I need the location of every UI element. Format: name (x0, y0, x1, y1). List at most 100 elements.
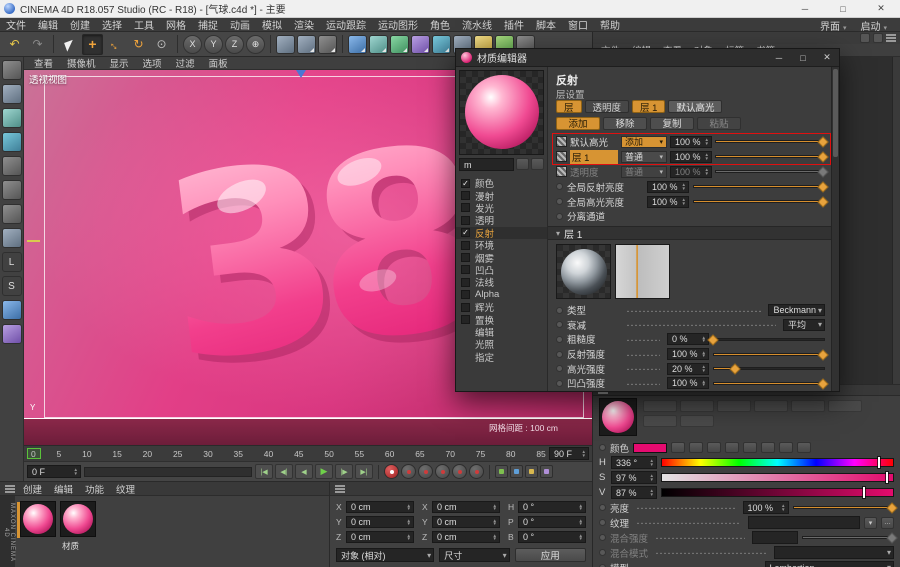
transport-button[interactable]: ◀ (295, 464, 313, 479)
material-thumbnail-selected[interactable] (17, 501, 56, 538)
timeline-scrollbar[interactable] (84, 466, 252, 477)
attribute-tab[interactable] (754, 400, 788, 412)
channel-label[interactable]: 法线 (475, 275, 494, 289)
texture-path-field[interactable] (747, 516, 861, 529)
subdivision-surface-dropdown[interactable] (390, 34, 409, 54)
current-frame-field[interactable]: 0 F (27, 465, 81, 478)
coordinate-system-toggle[interactable]: ⊕ (246, 34, 265, 54)
color-hsv-button[interactable] (725, 442, 740, 453)
deformer-dropdown[interactable] (411, 34, 430, 54)
menu-item[interactable]: 渲染 (288, 17, 320, 32)
strength-field[interactable]: 100 % (667, 348, 709, 361)
record-toggle[interactable] (469, 464, 484, 479)
channel-checkbox[interactable] (461, 203, 470, 213)
menu-item[interactable]: 运动图形 (372, 17, 424, 32)
object-manager-scrollbar[interactable] (892, 57, 900, 384)
viewport-menu-item[interactable]: 摄像机 (61, 56, 102, 70)
maximize-button[interactable]: □ (824, 0, 862, 18)
texture-browse-button[interactable]: … (881, 516, 895, 529)
record-toggle[interactable] (384, 464, 399, 479)
live-selection-tool[interactable]: ◤ (56, 31, 83, 58)
last-tool[interactable]: ⊙ (151, 34, 172, 55)
filter-icon[interactable] (860, 33, 870, 43)
move-tool[interactable]: + (82, 33, 103, 55)
material-name-field[interactable]: m (459, 158, 514, 171)
strength-slider[interactable] (713, 367, 825, 371)
attribute-tab[interactable] (791, 400, 825, 412)
global-row-slider[interactable] (693, 200, 825, 203)
menu-item[interactable]: 帮助 (594, 17, 626, 32)
coordinate-value-field[interactable]: 0 cm (432, 501, 500, 513)
panel-menu-icon[interactable] (335, 484, 345, 493)
material-channel-row[interactable]: 置换 (456, 313, 547, 327)
color-spectrum-button[interactable] (689, 442, 704, 453)
color-swatches-button[interactable] (779, 442, 794, 453)
x-axis-lock-button[interactable]: X (183, 34, 202, 54)
viewport-menu-item[interactable]: 面板 (203, 56, 234, 70)
channel-checkbox[interactable] (461, 302, 470, 312)
strength-slider[interactable] (713, 381, 825, 385)
channel-checkbox[interactable] (461, 314, 470, 324)
layer-blend-mode-dropdown[interactable]: 普通 (621, 165, 667, 178)
coordinate-value-field[interactable]: 0 cm (346, 516, 414, 528)
viewport-menu-item[interactable]: 选项 (137, 56, 168, 70)
channel-checkbox[interactable] (461, 265, 470, 275)
viewport-solo-single-button[interactable]: L (1, 252, 22, 272)
material-channel-row[interactable]: 漫射 (456, 189, 547, 203)
z-axis-lock-button[interactable]: Z (225, 34, 244, 54)
scrollbar-thumb[interactable] (833, 69, 838, 157)
attribute-tab[interactable] (643, 400, 677, 412)
material-manager-menu-item[interactable]: 功能 (85, 482, 104, 496)
material-channel-row[interactable]: 透明 (456, 214, 547, 227)
channel-checkbox[interactable] (461, 215, 470, 225)
global-row-field[interactable]: 100 % (647, 180, 689, 193)
brightness-field[interactable]: 100 % (742, 501, 789, 514)
channel-checkbox[interactable] (461, 253, 470, 263)
material-channel-row[interactable]: 辉光 (456, 301, 547, 314)
coordinate-value-field[interactable]: 0 ° (518, 501, 586, 513)
edges-mode-button[interactable] (1, 180, 22, 200)
menu-item[interactable]: 选择 (96, 17, 128, 32)
make-editable-button[interactable] (1, 60, 22, 80)
keying-toggle[interactable] (540, 465, 553, 478)
layer-name[interactable]: 默认高光 (570, 135, 618, 149)
menu-item[interactable]: 动画 (224, 17, 256, 32)
rotate-tool[interactable]: ↻ (128, 34, 149, 55)
reflectance-tab[interactable]: 层 1 (632, 100, 666, 114)
layer-action-button[interactable]: 移除 (603, 116, 647, 130)
menu-item[interactable]: 创建 (64, 17, 96, 32)
hsv-value-field[interactable]: 97 % (611, 471, 657, 484)
coordinate-mode-dropdown[interactable]: 对象 (相对) (336, 548, 435, 562)
screen-picker-button[interactable] (797, 442, 812, 453)
reflectance-layer-row[interactable]: 默认高光 添加 100 % (556, 134, 825, 149)
attenuation-dropdown[interactable]: 平均 (783, 318, 825, 331)
material-channel-row[interactable]: 光照 (456, 338, 547, 351)
attribute-tab[interactable] (680, 400, 714, 412)
render-picture-viewer-button[interactable] (297, 34, 316, 54)
reflectance-tab[interactable]: 层 (556, 100, 582, 114)
slider-marker[interactable] (862, 487, 865, 498)
panel-menu-icon[interactable] (5, 484, 15, 493)
menu-item[interactable]: 模拟 (256, 17, 288, 32)
size-mode-dropdown[interactable]: 尺寸 (439, 548, 510, 562)
environment-dropdown[interactable] (432, 34, 451, 54)
channel-checkbox[interactable] (461, 240, 470, 250)
search-icon[interactable] (873, 33, 883, 43)
reflectance-tab[interactable]: 透明度 (584, 100, 630, 114)
material-channel-row[interactable]: 编辑 (456, 326, 547, 339)
menu-item[interactable]: 捕捉 (192, 17, 224, 32)
spline-pen-dropdown[interactable] (369, 34, 388, 54)
close-button[interactable]: ✕ (862, 0, 900, 18)
material-manager-menu-item[interactable]: 创建 (23, 482, 42, 496)
transport-button[interactable]: ▶| (355, 464, 373, 479)
viewport-menu-item[interactable]: 查看 (28, 56, 59, 70)
layer-strength-slider[interactable] (715, 155, 825, 158)
attribute-tab[interactable] (680, 415, 714, 427)
startup-dropdown[interactable]: 启动 (853, 18, 894, 33)
keying-toggle[interactable] (495, 465, 508, 478)
menu-item[interactable]: 网格 (160, 17, 192, 32)
material-channel-row[interactable]: 环境 (456, 239, 547, 252)
menu-item[interactable]: 编辑 (32, 17, 64, 32)
preview-options-button[interactable] (531, 158, 544, 170)
coordinate-value-field[interactable]: 0 cm (432, 531, 500, 543)
